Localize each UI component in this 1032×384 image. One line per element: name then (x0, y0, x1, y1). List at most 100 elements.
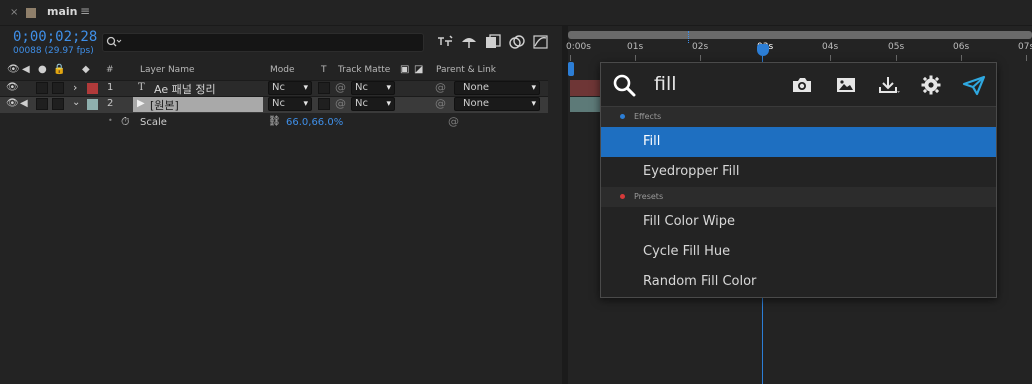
parent-dropdown[interactable]: None ▾ (454, 97, 540, 111)
constrain-proportions-icon[interactable]: ⛓ (268, 116, 281, 127)
track-matte-dropdown[interactable]: Nc ▾ (351, 81, 395, 95)
preserve-transparency-toggle[interactable] (318, 98, 330, 110)
tab-divider (0, 25, 1032, 26)
result-item[interactable]: Fill Color Wipe (601, 207, 996, 237)
video-toggle-header-icon[interactable]: 👁 (7, 64, 20, 75)
current-time-display[interactable]: 0;00;02;28 (13, 29, 97, 45)
track-matte-dropdown[interactable]: Nc ▾ (351, 97, 395, 111)
track-matte-column-header: Track Matte (338, 65, 391, 75)
result-item-selected[interactable]: Fill (601, 127, 996, 157)
frame-rate-info: 00088 (29.97 fps) (13, 46, 94, 56)
audio-icon[interactable]: ◀ (20, 98, 28, 109)
property-bullet: • (108, 116, 113, 125)
parent-value: None (463, 82, 490, 93)
blend-mode-dropdown[interactable]: Nc ▾ (268, 81, 312, 95)
ruler-tick (896, 55, 897, 61)
section-title: Presets (634, 192, 664, 201)
layer-index: 2 (107, 98, 114, 109)
playhead-handle[interactable] (757, 44, 769, 56)
comp-marker (688, 31, 691, 43)
layer-name[interactable]: [원본] (150, 97, 179, 113)
ruler-tick (830, 55, 831, 61)
chevron-down-icon: ▾ (386, 99, 391, 109)
composition-tab-bar (0, 0, 1032, 26)
composition-tab-label[interactable]: main (47, 5, 78, 18)
lock-toggle[interactable] (52, 82, 64, 94)
camera-icon[interactable] (790, 74, 814, 96)
layer-name[interactable]: Ae 패널 정리 (154, 81, 216, 97)
close-tab-icon[interactable]: × (10, 7, 18, 18)
label-color-swatch[interactable] (87, 83, 98, 94)
chevron-down-icon: ▾ (303, 83, 308, 93)
solo-header-icon[interactable]: ● (38, 64, 47, 75)
ruler-tick-label: 02s (692, 42, 709, 52)
eye-icon[interactable]: 👁 (6, 82, 19, 93)
panel-divider[interactable] (562, 26, 568, 384)
work-area-bar[interactable] (568, 31, 1032, 39)
parent-pickwhip-icon[interactable]: @ (435, 97, 446, 110)
text-layer-icon: T (138, 82, 145, 93)
footage-layer-icon: ▶ (137, 98, 145, 109)
plugin-logo-icon[interactable] (962, 74, 986, 96)
stopwatch-icon[interactable]: ⏱ (121, 115, 130, 129)
layer-name-column-header[interactable]: Layer Name (140, 65, 195, 75)
composition-color-swatch (26, 8, 36, 18)
blend-mode-dropdown[interactable]: Nc ▾ (268, 97, 312, 111)
parent-dropdown[interactable]: None ▾ (454, 81, 540, 95)
result-item[interactable]: Cycle Fill Hue (601, 237, 996, 267)
matte-pickwhip-icon[interactable]: @ (335, 81, 346, 94)
image-icon[interactable] (834, 74, 858, 96)
result-item-label: Cycle Fill Hue (643, 244, 731, 259)
expression-pickwhip-icon[interactable]: @ (448, 115, 459, 128)
layer-search-input[interactable] (102, 33, 424, 52)
ruler-tick-label: 0:00s (566, 42, 591, 52)
solo-toggle[interactable] (36, 82, 48, 94)
search-icon (106, 36, 122, 51)
shy-layers-icon[interactable] (460, 34, 478, 50)
presets-dot-icon (620, 194, 625, 199)
result-item[interactable]: Eyedropper Fill (601, 157, 996, 187)
result-item-label: Fill Color Wipe (643, 214, 736, 229)
tab-menu-icon[interactable]: ≡ (80, 4, 90, 18)
preserve-transparency-toggle[interactable] (318, 82, 330, 94)
parent-pickwhip-icon[interactable]: @ (435, 81, 446, 94)
parent-link-column-header: Parent & Link (436, 65, 496, 75)
track-matte-value: Nc (355, 98, 368, 109)
ruler-tick (700, 55, 701, 61)
matte-alpha-icon: ▣ (400, 64, 410, 75)
popup-search-input[interactable]: fill (654, 73, 677, 95)
ruler-tick (961, 55, 962, 61)
parent-value: None (463, 98, 490, 109)
property-name: Scale (140, 117, 167, 128)
chevron-down-icon: ▾ (531, 83, 536, 93)
label-color-swatch[interactable] (87, 99, 98, 110)
lock-toggle[interactable] (52, 98, 64, 110)
result-item-label: Random Fill Color (643, 274, 757, 289)
solo-toggle[interactable] (36, 98, 48, 110)
section-title: Effects (634, 112, 662, 121)
blend-mode-value: Nc (272, 82, 285, 93)
time-navigator-start[interactable] (568, 62, 574, 76)
effects-dot-icon (620, 114, 625, 119)
settings-icon[interactable] (919, 74, 943, 96)
chevron-down-icon[interactable]: ⌄ (72, 97, 80, 108)
motion-blur-icon[interactable] (508, 34, 526, 50)
frame-blending-icon[interactable] (484, 34, 502, 50)
chevron-down-icon: ▾ (386, 83, 391, 93)
download-icon[interactable] (877, 74, 901, 96)
matte-pickwhip-icon[interactable]: @ (335, 97, 346, 110)
chevron-down-icon: ▾ (303, 99, 308, 109)
index-column-header: # (106, 65, 114, 75)
label-header-icon[interactable]: ◆ (82, 64, 90, 75)
matte-invert-icon: ◪ (414, 64, 424, 75)
result-item[interactable]: Random Fill Color (601, 267, 996, 297)
ruler-tick (635, 55, 636, 61)
audio-toggle-header-icon[interactable]: ◀ (22, 64, 30, 75)
chevron-right-icon[interactable]: › (73, 81, 77, 94)
ruler-tick (1026, 55, 1027, 61)
scale-value[interactable]: 66.0,66.0% (286, 117, 343, 128)
lock-header-icon[interactable]: 🔒 (53, 64, 65, 75)
graph-editor-icon[interactable] (532, 34, 550, 50)
draft-3d-icon[interactable] (436, 34, 454, 50)
eye-icon[interactable]: 👁 (6, 98, 19, 109)
